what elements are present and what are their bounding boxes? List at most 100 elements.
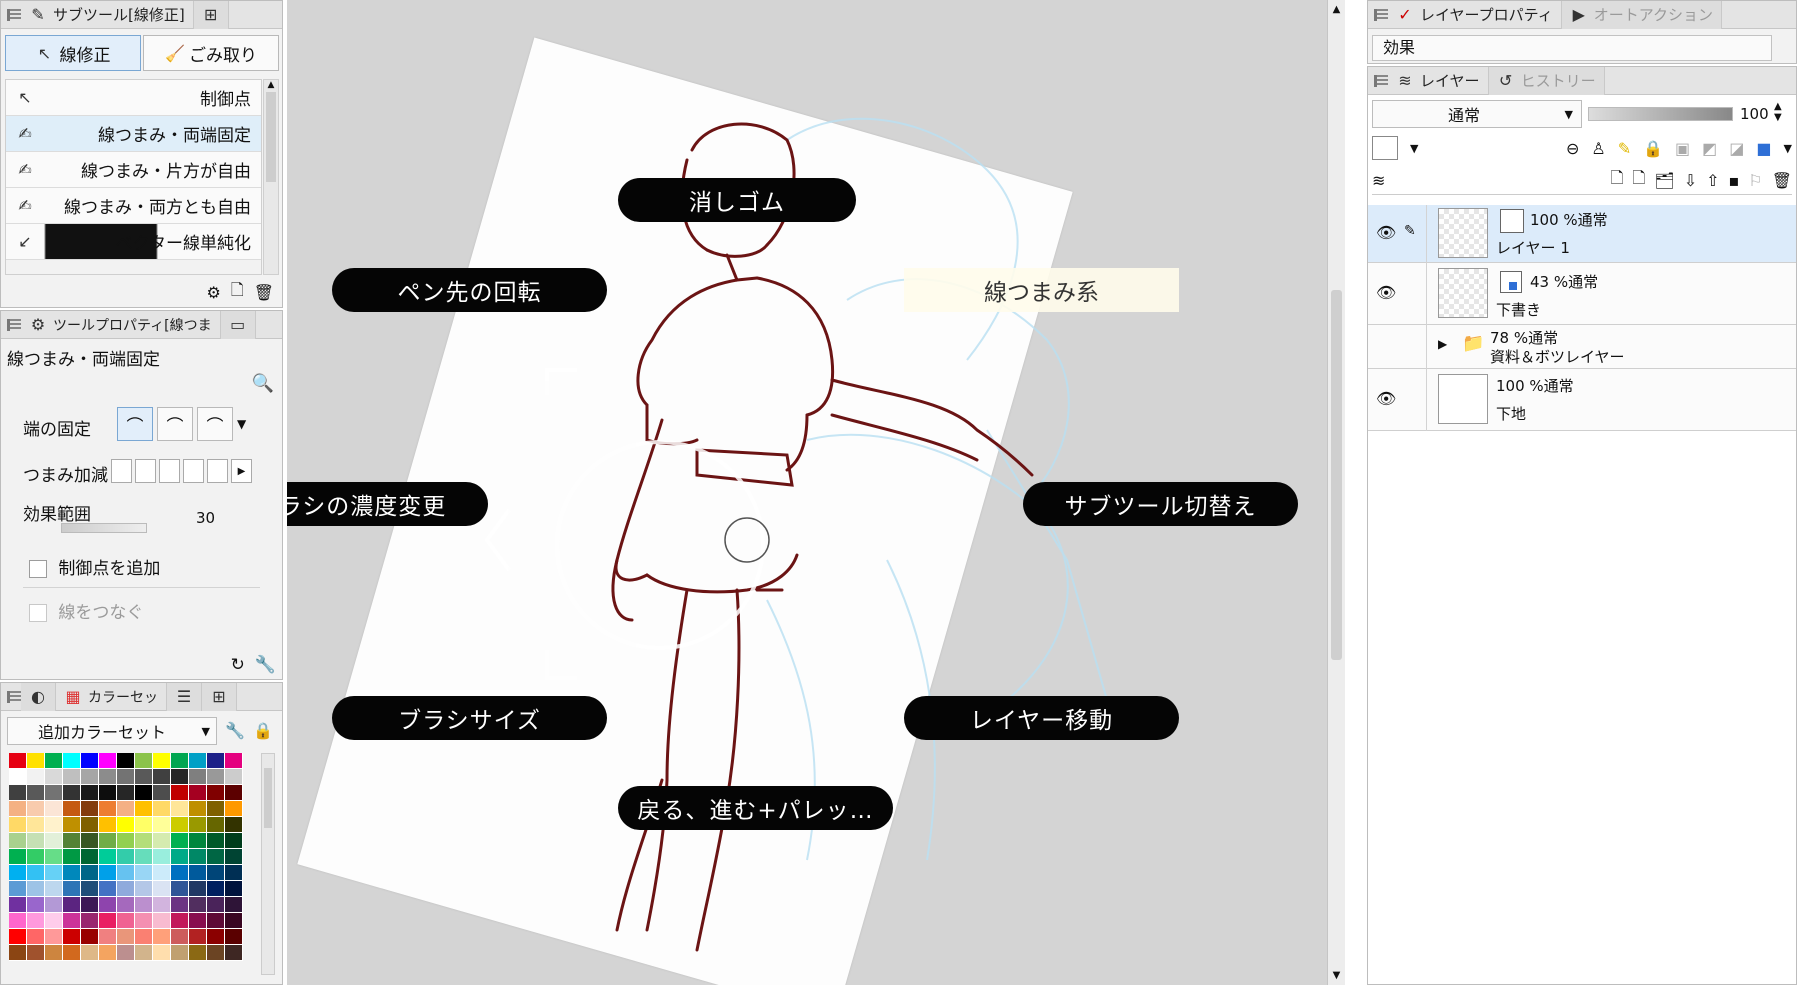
list-item[interactable]: ✍ 線つまみ・両端固定 <box>6 116 261 152</box>
scroll-up-icon[interactable]: ▲ <box>264 80 278 90</box>
color-swatch[interactable] <box>189 865 207 881</box>
layer-row[interactable]: 👁 43 %通常 下書き <box>1368 263 1796 325</box>
color-swatch[interactable] <box>207 945 225 961</box>
color-swatch[interactable] <box>81 929 99 945</box>
color-swatch[interactable] <box>81 801 99 817</box>
scroll-thumb[interactable] <box>264 768 272 828</box>
new-raster-layer-icon[interactable]: 🗋 <box>1611 167 1624 194</box>
pie-label-bottom-right[interactable]: レイヤー移動 <box>904 696 1179 740</box>
tab-subtool-alt[interactable]: ⊞ <box>193 0 229 29</box>
color-swatch[interactable] <box>207 785 225 801</box>
color-swatch[interactable] <box>153 929 171 945</box>
eye-icon[interactable]: 👁 <box>1376 283 1396 302</box>
tab-layer[interactable]: ≋ レイヤー <box>1388 66 1489 95</box>
color-swatch[interactable] <box>45 881 63 897</box>
color-swatch[interactable] <box>189 881 207 897</box>
tab-layer-property[interactable]: ✓ レイヤープロパティ <box>1388 0 1562 29</box>
color-swatch[interactable] <box>99 881 117 897</box>
color-swatch[interactable] <box>189 897 207 913</box>
add-control-point-checkbox[interactable] <box>29 560 47 578</box>
chevron-down-icon[interactable]: ▼ <box>1784 142 1792 155</box>
scroll-thumb[interactable] <box>266 92 276 182</box>
draft-icon[interactable]: ✎ <box>1618 139 1631 158</box>
color-swatch[interactable] <box>225 929 243 945</box>
list-item[interactable]: ✍ 線つまみ・両方とも自由 <box>6 188 261 224</box>
color-swatch[interactable] <box>117 753 135 769</box>
layer-color-icon[interactable]: ■ <box>1756 139 1771 158</box>
color-swatch[interactable] <box>225 769 243 785</box>
color-swatch[interactable] <box>189 913 207 929</box>
new-folder-icon[interactable]: 🗂 <box>1654 171 1674 190</box>
group-button-dust[interactable]: 🧹 ごみ取り <box>143 35 279 71</box>
color-swatch[interactable] <box>9 913 27 929</box>
color-swatch[interactable] <box>45 817 63 833</box>
tab-subtool[interactable]: ✎ サブツール[線修正] <box>21 0 194 29</box>
color-swatch[interactable] <box>171 801 189 817</box>
color-swatch[interactable] <box>207 881 225 897</box>
color-swatch[interactable] <box>63 945 81 961</box>
color-swatch[interactable] <box>81 865 99 881</box>
color-swatch[interactable] <box>171 929 189 945</box>
lock-icon[interactable]: 🔒 <box>253 721 273 740</box>
color-swatch[interactable] <box>225 801 243 817</box>
color-swatch[interactable] <box>63 817 81 833</box>
color-swatch[interactable] <box>189 929 207 945</box>
color-swatch[interactable] <box>99 945 117 961</box>
effect-row[interactable]: 効果 <box>1372 35 1772 61</box>
color-swatch[interactable] <box>189 849 207 865</box>
color-swatch[interactable] <box>9 769 27 785</box>
color-swatch[interactable] <box>153 785 171 801</box>
clip-icon[interactable]: ⊖ <box>1566 139 1579 158</box>
chevron-down-icon[interactable]: ▼ <box>237 417 246 431</box>
color-swatch[interactable] <box>171 881 189 897</box>
color-swatch[interactable] <box>63 833 81 849</box>
color-swatch[interactable] <box>189 785 207 801</box>
color-swatch[interactable] <box>153 833 171 849</box>
canvas-scrollbar[interactable]: ▲ ▼ <box>1327 0 1345 985</box>
color-swatch[interactable] <box>63 913 81 929</box>
layer-row[interactable]: ▶ 📁 78 %通常 資料＆ボツレイヤー <box>1368 325 1796 369</box>
pie-label-bottom-left[interactable]: ブラシサイズ <box>332 696 607 740</box>
tab-color-set[interactable]: ▦ カラーセッ <box>56 682 167 711</box>
panel-menu-icon[interactable] <box>7 690 21 703</box>
color-swatch[interactable] <box>117 913 135 929</box>
color-swatch[interactable] <box>171 897 189 913</box>
color-swatch[interactable] <box>27 929 45 945</box>
color-swatch[interactable] <box>189 769 207 785</box>
color-swatch[interactable] <box>81 913 99 929</box>
color-swatch[interactable] <box>81 833 99 849</box>
trash-icon[interactable]: 🗑 <box>254 283 274 302</box>
color-swatch[interactable] <box>27 881 45 897</box>
color-swatch[interactable] <box>27 833 45 849</box>
tab-color-extra[interactable]: ⊞ <box>202 682 237 711</box>
color-swatch[interactable] <box>135 945 153 961</box>
blend-mode-select[interactable]: 通常 ▼ <box>1372 100 1582 128</box>
color-swatch[interactable] <box>153 817 171 833</box>
color-swatch[interactable] <box>117 785 135 801</box>
color-swatch[interactable] <box>135 881 153 897</box>
color-swatch[interactable] <box>9 817 27 833</box>
color-swatch[interactable] <box>81 849 99 865</box>
color-swatch[interactable] <box>225 913 243 929</box>
color-swatch[interactable] <box>117 849 135 865</box>
color-swatch[interactable] <box>9 753 27 769</box>
pen-icon[interactable]: ✎ <box>1404 223 1416 239</box>
color-swatch[interactable] <box>135 785 153 801</box>
scroll-up-icon[interactable]: ▲ <box>1328 0 1345 15</box>
color-swatch[interactable] <box>81 753 99 769</box>
color-swatch[interactable] <box>81 785 99 801</box>
color-swatch[interactable] <box>117 865 135 881</box>
opacity-slider[interactable] <box>1588 107 1733 121</box>
wrench-icon[interactable]: 🔧 <box>225 721 245 740</box>
mask-layer-icon[interactable]: ▪ <box>1729 171 1740 190</box>
color-swatch[interactable] <box>45 945 63 961</box>
layers-icon[interactable]: ≋ <box>1372 171 1385 190</box>
color-swatch[interactable] <box>9 929 27 945</box>
color-swatch[interactable] <box>99 833 117 849</box>
color-swatch[interactable] <box>135 769 153 785</box>
color-swatch[interactable] <box>225 897 243 913</box>
color-swatch[interactable] <box>45 897 63 913</box>
color-swatch[interactable] <box>171 833 189 849</box>
color-swatch[interactable] <box>171 849 189 865</box>
range-slider[interactable] <box>61 523 147 533</box>
